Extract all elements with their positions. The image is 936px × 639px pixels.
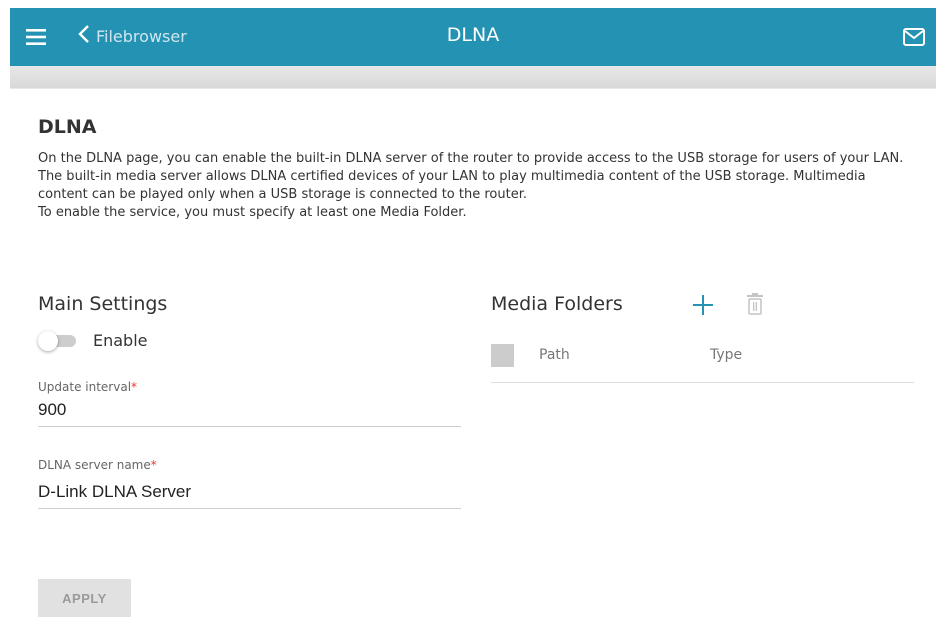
media-folders-title: Media Folders bbox=[491, 293, 623, 315]
page-header-title: DLNA bbox=[446, 24, 500, 46]
server-name-input[interactable]: D-Link DLNA Server bbox=[38, 482, 461, 508]
description-paragraph: To enable the service, you must specify … bbox=[38, 205, 467, 220]
top-bar: Filebrowser DLNA bbox=[10, 8, 936, 66]
description-paragraph: The built-in media server allows DLNA ce… bbox=[38, 169, 866, 202]
column-header-type: Type bbox=[710, 347, 743, 363]
select-all-checkbox[interactable] bbox=[491, 344, 514, 367]
page-description: On the DLNA page, you can enable the bui… bbox=[38, 150, 918, 222]
trash-icon[interactable] bbox=[746, 292, 764, 316]
media-folders-table-header: Path Type bbox=[491, 344, 914, 383]
column-header-path: Path bbox=[539, 347, 570, 363]
enable-toggle[interactable] bbox=[38, 331, 78, 351]
update-interval-label: Update interval* bbox=[38, 380, 138, 394]
page-content: DLNA On the DLNA page, you can enable th… bbox=[38, 116, 918, 222]
page-title: DLNA bbox=[38, 116, 97, 138]
plus-icon[interactable] bbox=[692, 294, 714, 316]
main-settings-title: Main Settings bbox=[38, 293, 168, 315]
header-shadow-bar bbox=[10, 66, 936, 89]
description-paragraph: On the DLNA page, you can enable the bui… bbox=[38, 151, 904, 166]
toggle-knob bbox=[38, 331, 58, 351]
update-interval-input[interactable]: 900 bbox=[38, 400, 461, 426]
envelope-icon[interactable] bbox=[902, 26, 926, 48]
update-interval-field[interactable]: Update interval* 900 bbox=[38, 380, 461, 427]
apply-button[interactable]: APPLY bbox=[38, 579, 131, 617]
server-name-label: DLNA server name* bbox=[38, 458, 157, 472]
enable-label: Enable bbox=[93, 331, 148, 350]
server-name-field[interactable]: DLNA server name* D-Link DLNA Server bbox=[38, 458, 461, 509]
